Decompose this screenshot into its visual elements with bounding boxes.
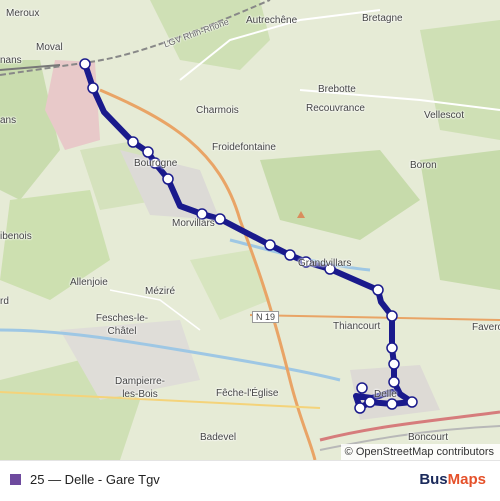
place-label: Froidefontaine bbox=[212, 142, 276, 153]
place-label: Boron bbox=[410, 160, 437, 171]
place-label: ans bbox=[0, 115, 17, 126]
place-label: rd bbox=[0, 296, 9, 307]
place-label: Fesches-le-Châtel bbox=[95, 313, 149, 337]
place-label: Allenjoie bbox=[70, 277, 108, 288]
place-label: Bourogne bbox=[134, 158, 178, 169]
map-view[interactable]: Meroux Moval nans ans Autrechêne Bretagn… bbox=[0, 0, 500, 460]
bus-stop-marker[interactable] bbox=[386, 342, 398, 354]
attribution-text: © OpenStreetMap contributors bbox=[344, 446, 494, 458]
brand-part2: Maps bbox=[447, 471, 486, 488]
place-label: Dampierre-les-Bois bbox=[114, 376, 165, 400]
bus-stop-marker[interactable] bbox=[388, 376, 400, 388]
bus-stop-marker[interactable] bbox=[406, 396, 418, 408]
place-label: Boncourt bbox=[408, 432, 449, 443]
bus-stop-marker[interactable] bbox=[386, 398, 398, 410]
place-label: Bretagne bbox=[362, 13, 403, 24]
place-label: Moval bbox=[36, 42, 63, 53]
line-color-swatch bbox=[10, 474, 21, 485]
bus-stop-marker[interactable] bbox=[214, 213, 226, 225]
footer-bar: 25 — Delle - Gare Tgv BusMaps bbox=[0, 460, 500, 501]
place-label: nans bbox=[0, 55, 22, 66]
bus-stop-marker[interactable] bbox=[79, 58, 91, 70]
bus-stop-marker[interactable] bbox=[284, 249, 296, 261]
bus-stop-marker[interactable] bbox=[142, 146, 154, 158]
bus-stop-marker[interactable] bbox=[356, 382, 368, 394]
bus-stop-marker[interactable] bbox=[127, 136, 139, 148]
bus-stop-marker[interactable] bbox=[162, 173, 174, 185]
place-label: Delle bbox=[374, 389, 397, 400]
place-label: Meroux bbox=[6, 8, 40, 19]
bus-stop-marker[interactable] bbox=[372, 284, 384, 296]
place-label: ibenois bbox=[0, 231, 32, 242]
bus-stop-marker[interactable] bbox=[386, 310, 398, 322]
bus-stop-marker[interactable] bbox=[354, 402, 366, 414]
place-label: Grandvillars bbox=[298, 258, 352, 269]
bus-stop-marker[interactable] bbox=[264, 239, 276, 251]
place-label: Morvillars bbox=[172, 218, 215, 229]
bus-stop-marker[interactable] bbox=[87, 82, 99, 94]
place-label: Fêche-l'Église bbox=[216, 388, 279, 399]
place-label: Badevel bbox=[200, 432, 237, 443]
busmaps-logo[interactable]: BusMaps bbox=[419, 471, 486, 488]
place-label: Favero bbox=[472, 322, 500, 333]
road-shield-n19: N 19 bbox=[252, 311, 280, 323]
map-attribution[interactable]: © OpenStreetMap contributors bbox=[340, 444, 500, 460]
place-label: Vellescot bbox=[424, 110, 465, 121]
place-label: Méziré bbox=[145, 286, 176, 297]
place-label: Autrechêne bbox=[246, 15, 298, 26]
line-label: 25 — Delle - Gare Tgv bbox=[30, 472, 160, 487]
place-label: Thiancourt bbox=[333, 321, 381, 332]
bus-stop-marker[interactable] bbox=[388, 358, 400, 370]
place-label: Recouvrance bbox=[306, 103, 365, 114]
place-label: Charmois bbox=[196, 105, 239, 116]
place-label: Brebotte bbox=[318, 84, 356, 95]
brand-part1: Bus bbox=[419, 471, 448, 488]
